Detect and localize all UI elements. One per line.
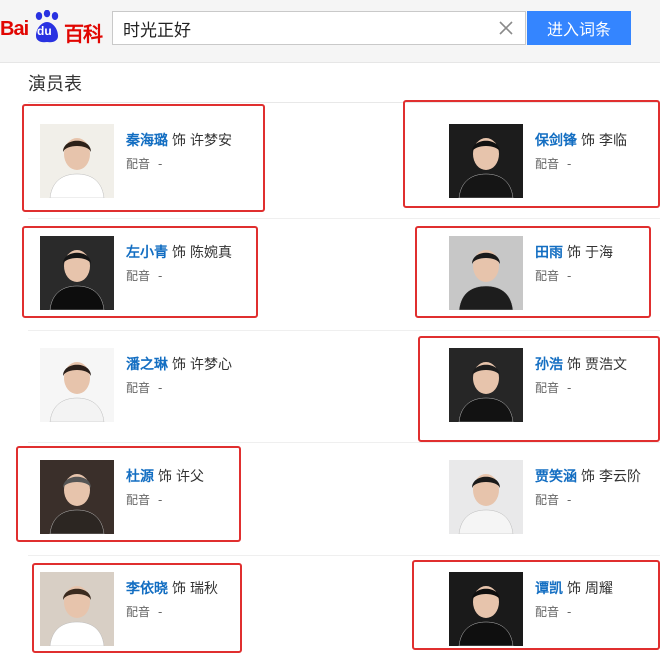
highlight-box <box>412 560 660 650</box>
highlight-box <box>403 100 660 208</box>
dub-label: 配音 <box>535 493 560 507</box>
close-icon[interactable] <box>497 19 515 37</box>
cast-card[interactable]: 潘之琳饰许梦心 配音 - <box>40 348 340 438</box>
search-box <box>112 11 526 45</box>
role-verb: 饰 <box>581 469 595 485</box>
cast-card[interactable]: 贾笑涵饰李云阶 配音 - <box>449 460 660 550</box>
baidu-baike-logo[interactable]: Bai du 百科 <box>0 8 110 48</box>
role-verb: 饰 <box>172 357 186 373</box>
logo-du-text: du <box>37 24 52 38</box>
highlight-box <box>415 226 651 318</box>
actor-photo[interactable] <box>449 460 523 534</box>
divider <box>28 218 660 219</box>
dub-value: - <box>567 493 572 507</box>
dub-value: - <box>158 381 163 395</box>
cast-line: 潘之琳饰许梦心 <box>126 354 232 374</box>
highlight-box <box>32 563 242 653</box>
logo-bai-text: Bai <box>0 18 29 40</box>
highlight-box <box>16 446 241 542</box>
dub-line: 配音 - <box>126 379 162 396</box>
search-input[interactable] <box>113 12 503 44</box>
highlight-box <box>22 226 258 318</box>
actor-name-link[interactable]: 潘之琳 <box>126 357 168 373</box>
cast-line: 贾笑涵饰李云阶 <box>535 466 641 486</box>
actor-photo[interactable] <box>40 348 114 422</box>
enter-entry-button[interactable]: 进入词条 <box>527 11 631 45</box>
divider <box>28 442 660 443</box>
highlight-box <box>418 336 660 442</box>
actor-name-link[interactable]: 贾笑涵 <box>535 469 577 485</box>
section-title: 演员表 <box>28 74 82 95</box>
dub-label: 配音 <box>126 381 151 395</box>
header-bar: Bai du 百科 进入词条 <box>0 0 660 63</box>
role-name: 李云阶 <box>599 469 641 485</box>
divider <box>28 330 660 331</box>
divider <box>28 555 660 556</box>
highlight-box <box>22 104 265 212</box>
dub-line: 配音 - <box>535 491 571 508</box>
role-name: 许梦心 <box>190 357 232 373</box>
logo-baike-text: 百科 <box>64 22 103 46</box>
